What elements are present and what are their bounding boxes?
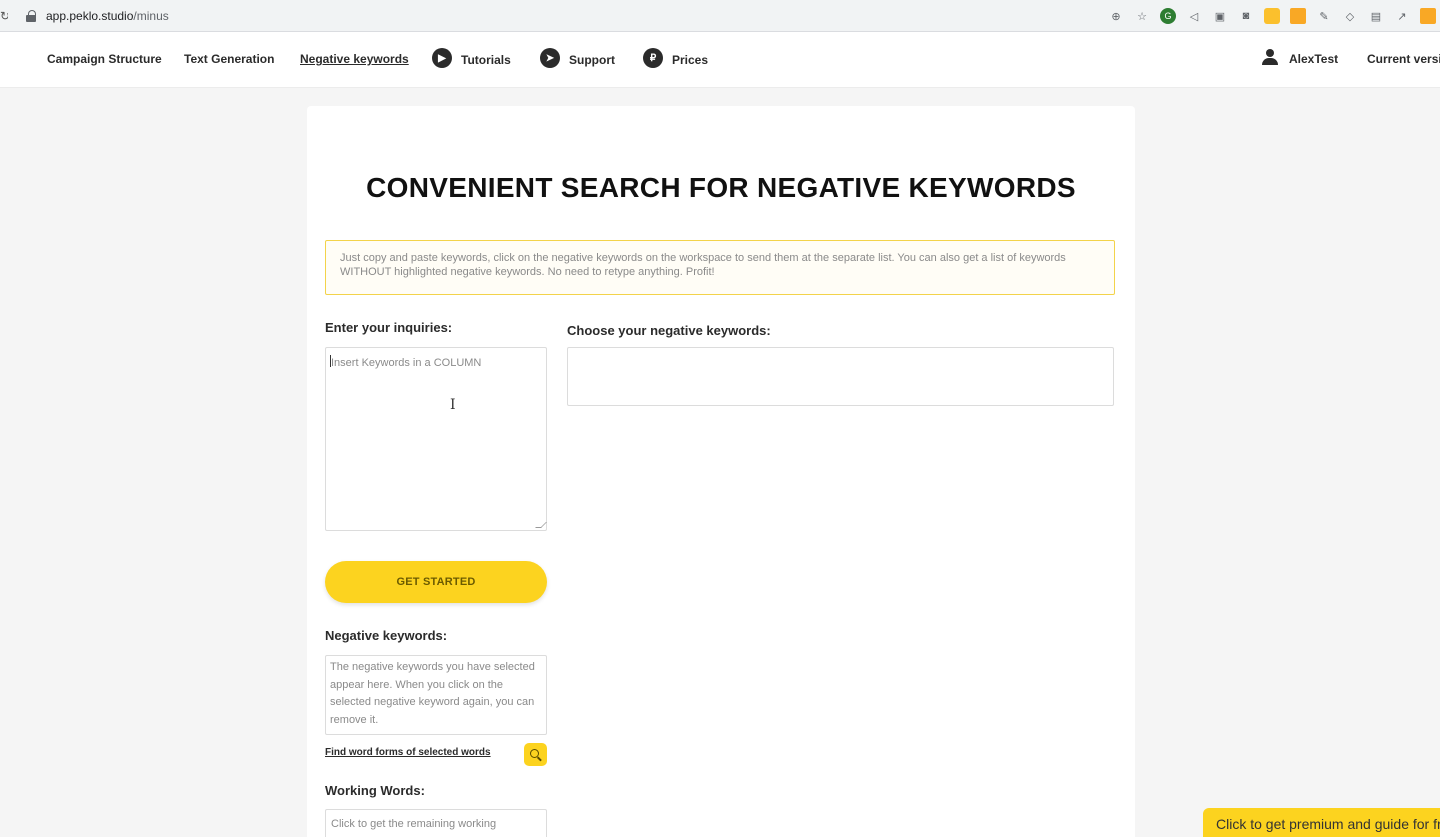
reload-icon[interactable]: ↻	[0, 9, 8, 23]
inquiries-input[interactable]: Insert Keywords in a COLUMN I	[325, 347, 547, 531]
extension-icon[interactable]: ▤	[1368, 8, 1384, 24]
nav-campaign-structure[interactable]: Campaign Structure	[47, 52, 162, 66]
telegram-icon: ➤	[540, 48, 560, 68]
ruble-icon: ₽	[643, 48, 663, 68]
browser-bar: ↻ app.peklo.studio/minus ⊕ ☆ G ◁ ▣ ◙ ✎ ◇…	[0, 0, 1440, 32]
nav-label: Support	[569, 53, 615, 67]
user-menu[interactable]: AlexTest	[1262, 49, 1339, 66]
negative-workspace[interactable]	[567, 347, 1114, 406]
page-title: CONVENIENT SEARCH FOR NEGATIVE KEYWORDS	[366, 172, 1076, 203]
working-words-label: Working Words:	[325, 783, 425, 798]
extension-icon[interactable]	[1420, 8, 1436, 24]
nav-support[interactable]: ➤ Support	[540, 48, 615, 68]
premium-promo-button[interactable]: Click to get premium and guide for free	[1203, 808, 1440, 837]
main-card: CONVENIENT SEARCH FOR NEGATIVE KEYWORDS …	[307, 106, 1135, 837]
negative-keywords-list[interactable]: The negative keywords you have selected …	[325, 655, 547, 735]
info-box: Just copy and paste keywords, click on t…	[325, 240, 1115, 295]
camera-icon[interactable]: ◙	[1238, 8, 1254, 24]
extension-icon[interactable]: ◁	[1186, 8, 1202, 24]
bulb-icon[interactable]	[1264, 8, 1280, 24]
install-icon[interactable]: ⊕	[1108, 8, 1124, 24]
negative-placeholder: The negative keywords you have selected …	[330, 661, 535, 726]
inquiries-placeholder: Insert Keywords in a COLUMN	[331, 357, 482, 369]
working-words-list[interactable]: Click to get the remaining working	[325, 809, 547, 837]
grammarly-icon[interactable]: G	[1160, 8, 1176, 24]
extension-icon[interactable]: ▣	[1212, 8, 1228, 24]
find-word-forms-button[interactable]	[524, 743, 547, 766]
shield-icon[interactable]: ◇	[1342, 8, 1358, 24]
text-cursor-icon: I	[450, 397, 456, 413]
extension-icon[interactable]	[1290, 8, 1306, 24]
nav-prices[interactable]: ₽ Prices	[643, 48, 709, 68]
user-name: AlexTest	[1289, 52, 1339, 66]
user-icon	[1262, 49, 1278, 65]
inquiries-label: Enter your inquiries:	[325, 320, 453, 335]
address-bar[interactable]: app.peklo.studio/minus	[46, 9, 169, 23]
get-started-button[interactable]: GET STARTED	[325, 561, 547, 603]
dropper-icon[interactable]: ✎	[1316, 8, 1332, 24]
working-placeholder: Click to get the remaining working	[331, 818, 497, 830]
nav-label: Campaign Structure	[47, 52, 162, 66]
top-navigation: Campaign Structure Text Generation Negat…	[0, 32, 1440, 88]
url-path: /minus	[133, 8, 169, 23]
extension-toolbar: ⊕ ☆ G ◁ ▣ ◙ ✎ ◇ ▤ ↗	[1108, 0, 1440, 32]
find-word-forms-link[interactable]: Find word forms of selected words	[325, 747, 491, 758]
nav-label: Prices	[672, 53, 709, 67]
lock-icon[interactable]	[26, 9, 36, 22]
current-version-link[interactable]: Current versio	[1367, 52, 1440, 66]
text-caret	[330, 355, 331, 367]
nav-label: Negative keywords	[300, 52, 409, 66]
nav-tutorials[interactable]: ▶ Tutorials	[432, 48, 511, 68]
arrow-icon[interactable]: ↗	[1394, 8, 1410, 24]
negative-keywords-label: Negative keywords:	[325, 628, 448, 643]
nav-label: Tutorials	[461, 53, 511, 67]
choose-label: Choose your negative keywords:	[567, 323, 771, 338]
url-host: app.peklo.studio	[46, 8, 134, 23]
star-icon[interactable]: ☆	[1134, 8, 1150, 24]
nav-label: Text Generation	[184, 52, 275, 66]
youtube-icon: ▶	[432, 48, 452, 68]
nav-text-generation[interactable]: Text Generation	[184, 52, 274, 66]
nav-negative-keywords[interactable]: Negative keywords	[300, 52, 409, 66]
version-label: Current versio	[1367, 52, 1440, 66]
search-icon	[530, 749, 539, 758]
resize-handle[interactable]	[535, 522, 547, 528]
